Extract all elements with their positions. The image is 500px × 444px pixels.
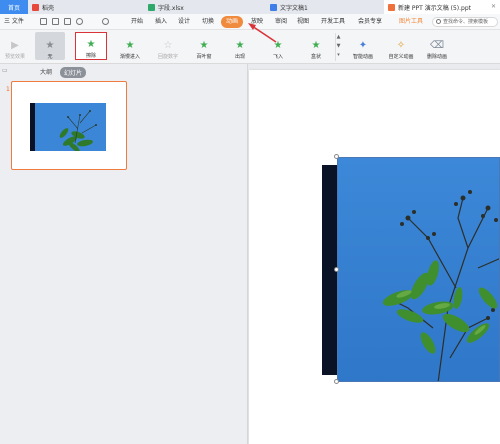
tab-label: 首页 [7, 4, 20, 12]
panel-tabs: ▭ 大纲 幻灯片 [0, 64, 248, 80]
print-icon[interactable] [52, 18, 59, 25]
search-command-input[interactable]: 查找命令、搜索模板 [432, 17, 498, 27]
search-placeholder: 查找命令、搜索模板 [443, 19, 489, 25]
preview-icon: ▶ [11, 40, 19, 51]
collapse-panel-icon[interactable]: ▭ [2, 67, 8, 74]
preview-label: 预览效果 [4, 54, 25, 60]
menu-developer[interactable]: 开发工具 [318, 16, 348, 28]
delete-animation-icon: ⌫ [429, 40, 445, 51]
custom-animation-label: 自定义动画 [388, 54, 414, 60]
animation-fly-in[interactable]: ★ 飞入 [262, 32, 294, 60]
star-icon: ★ [273, 40, 283, 51]
smart-animation-button[interactable]: ✦ 智能动画 [346, 32, 380, 60]
animation-wipe[interactable]: ★ 擦除 [75, 32, 107, 60]
custom-animation-button[interactable]: ✧ 自定义动画 [383, 32, 419, 60]
animation-label: 渐慢进入 [119, 54, 140, 60]
menu-slideshow[interactable]: 放映 [248, 16, 266, 28]
star-icon: ☆ [163, 40, 173, 51]
tab-home[interactable]: 首页 [0, 0, 28, 14]
animation-box[interactable]: ★ 盒状 [300, 32, 332, 60]
star-icon: ★ [86, 39, 96, 50]
menu-picture-tools[interactable]: 图片工具 [396, 16, 426, 28]
preview-icon[interactable] [64, 18, 71, 25]
custom-animation-icon: ✧ [396, 40, 406, 51]
animation-spin-digits[interactable]: ☆ 回旋数字 [150, 32, 186, 60]
docer-icon [32, 3, 39, 11]
search-icon [436, 19, 441, 24]
tab-label: 稻壳 [42, 4, 55, 12]
animation-blinds[interactable]: ★ 百叶窗 [188, 32, 220, 60]
menu-design[interactable]: 设计 [175, 16, 193, 28]
smart-animation-icon: ✦ [358, 40, 368, 51]
animation-label: 盒状 [310, 54, 321, 60]
document-icon [270, 3, 277, 11]
resize-handle-bottom-left[interactable] [334, 379, 339, 384]
document-tab-bar: 首页 稻壳 字段.xlsx 文字文稿1 新建 PPT 演示文稿 (5).ppt … [0, 0, 500, 14]
star-icon: ★ [125, 40, 135, 51]
tab-outline[interactable]: 大纲 [40, 67, 52, 76]
animation-label: 擦除 [85, 53, 96, 59]
animation-label: 出现 [234, 54, 245, 60]
close-tab-icon[interactable]: ✕ [491, 3, 496, 10]
star-icon: ★ [235, 40, 245, 51]
animation-label: 百叶窗 [196, 54, 212, 60]
tab-slides[interactable]: 幻灯片 [60, 67, 87, 78]
tab-presentation[interactable]: 新建 PPT 演示文稿 (5).ppt ✕ [384, 0, 500, 14]
tab-document[interactable]: 文字文稿1 [270, 0, 308, 14]
star-icon: ★ [199, 40, 209, 51]
thumbnail-image [30, 103, 106, 151]
menu-animation[interactable]: 动画 [221, 16, 244, 28]
menu-transition[interactable]: 切换 [199, 16, 217, 28]
animation-label: 飞入 [272, 54, 283, 60]
animation-label: 无 [47, 54, 53, 60]
tab-label: 文字文稿1 [280, 4, 308, 12]
undo-icon[interactable] [76, 18, 83, 25]
slide-thumbnail[interactable] [11, 81, 127, 170]
animation-label: 回旋数字 [157, 54, 178, 60]
redo-icon[interactable] [102, 18, 109, 25]
preview-effect-button[interactable]: ▶ 预览效果 [2, 32, 28, 60]
chevron-up-icon[interactable]: ▲ [337, 34, 341, 40]
file-menu[interactable]: 三 文件 [1, 16, 27, 28]
animation-appear[interactable]: ★ 出现 [224, 32, 256, 60]
expand-gallery-icon[interactable]: ▾ [337, 52, 340, 58]
resize-handle-left[interactable] [334, 267, 339, 272]
watermark-text: Bai 经验 [384, 402, 451, 421]
animation-none[interactable]: ★ 无 [35, 32, 65, 60]
slide-number: 1 [6, 86, 10, 93]
menu-review[interactable]: 审阅 [272, 16, 290, 28]
tab-spreadsheet[interactable]: 字段.xlsx [148, 0, 184, 14]
menu-home[interactable]: 开始 [128, 16, 146, 28]
star-icon: ★ [311, 40, 321, 51]
animation-ease-in[interactable]: ★ 渐慢进入 [112, 32, 148, 60]
save-icon[interactable] [40, 18, 47, 25]
animation-ribbon: ▶ 预览效果 ★ 无 ★ 擦除 ★ 渐慢进入 ☆ 回旋数字 ★ 百叶窗 ★ 出现… [0, 30, 500, 64]
delete-animation-label: 删除动画 [426, 54, 447, 60]
delete-animation-button[interactable]: ⌫ 删除动画 [421, 32, 453, 60]
spreadsheet-icon [148, 3, 155, 11]
presentation-icon [388, 3, 395, 11]
menu-insert[interactable]: 插入 [152, 16, 170, 28]
menu-member[interactable]: 会员专享 [355, 16, 385, 28]
gallery-scrollbar[interactable]: ▲ ▼ ▾ [335, 33, 341, 61]
chevron-down-icon[interactable]: ▼ [337, 43, 341, 49]
smart-animation-label: 智能动画 [352, 54, 373, 60]
menu-view[interactable]: 视图 [294, 16, 312, 28]
resize-handle-top-left[interactable] [334, 154, 339, 159]
tab-label: 字段.xlsx [158, 4, 184, 12]
tab-label: 新建 PPT 演示文稿 (5).ppt [398, 4, 471, 12]
menu-bar: 三 文件 开始 插入 设计 切换 动画 放映 审阅 视图 开发工具 会员专享 图… [0, 14, 500, 30]
selected-picture[interactable] [337, 157, 500, 382]
star-icon: ★ [45, 40, 55, 51]
tab-docer[interactable]: 稻壳 [32, 0, 54, 14]
